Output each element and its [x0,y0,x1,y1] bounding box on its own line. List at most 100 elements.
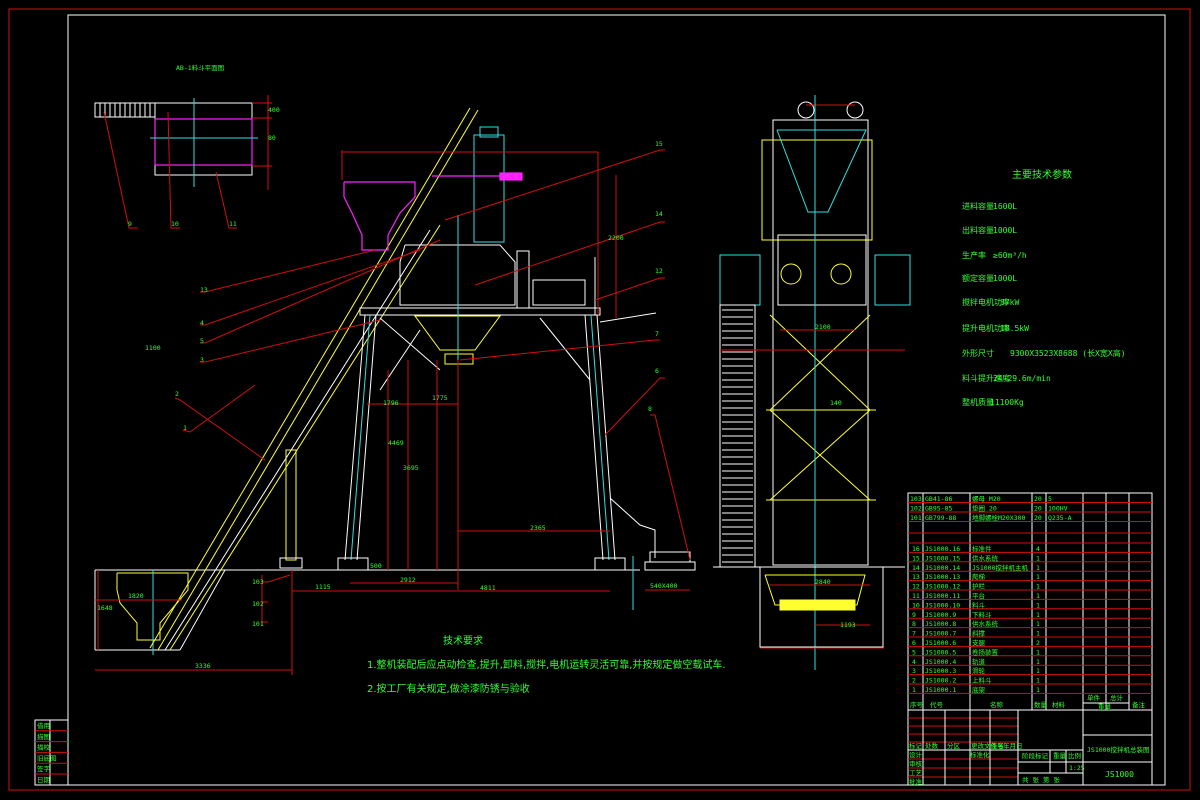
detail-title: AB-1料斗平面图 [176,63,224,72]
leader-label-15: 15 [655,140,663,148]
weight-label: 重量 [1053,752,1067,760]
spec-value: 9300X3523X8688 (长X宽X高) [1010,348,1126,358]
parts-header: 名称 [990,700,1004,709]
side-elevation: 1234567812131415101102103 [94,107,696,675]
spec-value: 1600L [993,202,1017,211]
leader-label-102: 102 [252,600,264,608]
dimension-label: 2912 [400,576,416,584]
spec-value: 24-29.6m/min [993,374,1051,383]
dimension-label: 1100 [145,344,161,352]
dimension-label: 2365 [530,524,546,532]
dimension-label: 4469 [388,439,404,447]
leader-label-4: 4 [200,319,204,327]
parts-cell: 11 [912,592,920,600]
parts-cell: 护栏 [972,582,986,591]
scale-value: 1:25 [1069,764,1085,772]
tech-item-2: 2.按工厂有关规定,做涂漆防锈与验收 [367,682,530,695]
parts-cell: 10 [912,601,920,609]
parts-header: 单件 [1087,693,1101,702]
parts-cell: 下料斗 [972,610,992,619]
spec-value: 1000L [993,226,1017,235]
parts-cell: 滑轮 [972,666,986,675]
spec-value: 18.5kW [1000,324,1029,333]
spec-value: 37kW [1000,298,1019,307]
parts-cell: 16 [912,545,920,553]
parts-cell: 1 [1036,667,1040,675]
parts-cell: 2 [1036,639,1040,647]
stage-label: 阶段标记 [1022,751,1049,760]
drawing-number: JS1000 [1105,770,1134,779]
parts-cell: 102 [910,505,922,513]
parts-cell: JS1000.1 [925,686,956,694]
parts-cell: 斜撑 [972,629,986,638]
parts-cell: 1 [1036,630,1040,638]
dimension-label: 3695 [403,464,419,472]
parts-cell: JS1000.8 [925,620,956,628]
parts-cell: GB95-85 [925,505,952,513]
hopper-plan-detail: AB-1料斗平面图 9 10 11 [94,63,272,229]
dimension-label: 2100 [815,323,831,331]
leader-label-103: 103 [252,578,264,586]
parts-cell: 1 [1036,611,1040,619]
parts-cell: 2 [912,677,916,685]
parts-cell: 4 [1036,545,1040,553]
parts-cell: 13 [912,573,920,581]
leader-label-7: 7 [655,330,659,338]
parts-cell: JS1000.16 [925,545,960,553]
tech-title: 技术要求 [443,634,483,647]
side-strip-label: 签字 [37,764,51,773]
front-elevation [713,95,911,670]
sheet-label: 共 张 第 张 [1022,775,1060,784]
parts-cell: JS1000.7 [925,630,956,638]
sign-header: 处数 [925,741,939,750]
side-strip-label: 旧底图 [37,753,57,762]
spec-label: 外形尺寸 [962,348,994,358]
dimension-label: 3336 [195,662,211,670]
scale-label: 比例 [1068,751,1081,760]
role-label: 工艺 [909,769,923,777]
side-strip-label: 借用 [37,721,50,730]
parts-cell: 20 [1034,495,1042,503]
parts-cell: JS1000.11 [925,592,960,600]
dimension-label: 2840 [815,578,831,586]
sign-header: 分区 [947,741,961,750]
parts-cell: JS1000.14 [925,564,960,572]
parts-cell: 支腿 [972,638,986,647]
dimension-label: 140 [830,399,842,407]
parts-cell: 14 [912,564,920,572]
parts-cell: 地脚螺栓M20X300 [972,513,1025,522]
parts-header: 材料 [1052,700,1066,709]
dimension-label: 500 [370,562,382,570]
parts-cell: 8 [912,620,916,628]
parts-cell: GB41-86 [925,495,952,503]
leader-label-2: 2 [175,390,179,398]
parts-cell: 上料斗 [972,676,992,685]
leader-label-3: 3 [200,356,204,364]
parts-cell: 1 [912,686,916,694]
parts-cell: JS1000.4 [925,658,956,666]
parts-cell: 6 [912,639,916,647]
parts-cell: 1 [1036,592,1040,600]
parts-cell: 爬梯 [972,572,986,581]
spec-label: 额定容量 [962,273,994,283]
spec-label: 出料容量 [962,225,994,235]
parts-cell: 标准件 [972,544,992,553]
parts-cell: JS1000.9 [925,611,956,619]
parts-cell: 1 [1036,658,1040,666]
parts-cell: 4 [912,658,916,666]
parts-cell: JS1000.15 [925,554,960,562]
tech-item-1: 1.整机装配后应点动检查,提升,卸料,搅拌,电机运转灵活可靠,并按规定做空载试车… [367,658,726,671]
parts-header: 重量 [1098,703,1112,711]
side-strip: 借用描图描校旧底图签字日期 [34,719,69,786]
parts-cell: 供水系统 [972,553,999,562]
parts-cell: JS1000搅拌机主机 [972,563,1028,572]
svg-text:9: 9 [128,220,132,228]
drawing-name: JS1000搅拌机总装图 [1087,745,1149,754]
spec-label: 进料容量 [962,201,994,211]
parts-cell: 1 [1036,620,1040,628]
parts-cell: 101 [910,514,922,522]
parts-cell: 15 [912,554,920,562]
parts-cell: 垫圈 20 [972,504,997,513]
parts-header: 备注 [1132,700,1146,709]
parts-cell: 12 [912,583,920,591]
